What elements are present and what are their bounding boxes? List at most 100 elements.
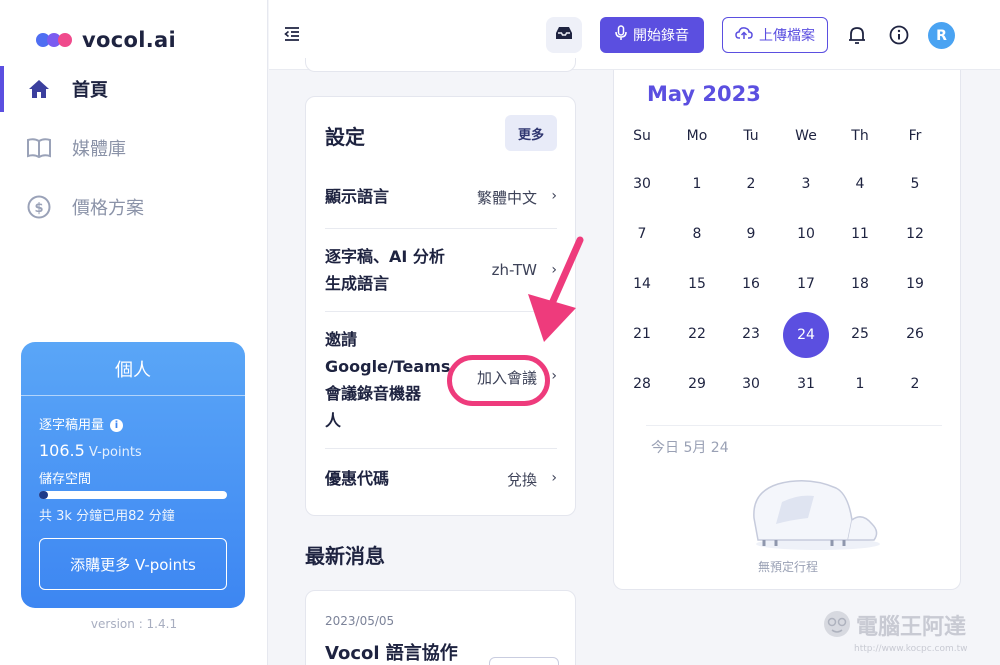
- chevron-right-icon: ›: [551, 470, 557, 486]
- calendar-weekday: Th: [851, 128, 869, 144]
- sidebar-item-library[interactable]: 媒體庫: [0, 125, 267, 171]
- calendar-day[interactable]: 29: [677, 376, 717, 392]
- calendar-card: May 2023 Su Mo Tu We Th Fr 30 1 2 3 4 5 7 8 9 10 11 12 14 1…: [613, 70, 961, 590]
- calendar-day[interactable]: 1: [677, 176, 717, 192]
- more-button[interactable]: 更多: [505, 115, 557, 151]
- calendar-day[interactable]: 14: [622, 276, 662, 292]
- inbox-button[interactable]: [546, 17, 582, 53]
- watermark-url: http://www.kocpc.com.tw: [854, 644, 968, 654]
- calendar-day[interactable]: 3: [786, 176, 826, 192]
- setting-label-line3: 會議錄音機器: [325, 384, 422, 403]
- home-icon: [26, 76, 52, 102]
- setting-display-language[interactable]: 顯示語言 繁體中文 ›: [325, 171, 557, 229]
- dollar-icon: $: [26, 194, 52, 220]
- collapse-sidebar-icon[interactable]: [283, 25, 301, 43]
- microphone-icon: [615, 25, 627, 45]
- calendar-day[interactable]: 15: [677, 276, 717, 292]
- sidebar-item-label: 首頁: [72, 80, 108, 101]
- calendar-day[interactable]: 10: [786, 226, 826, 242]
- settings-title: 設定: [325, 125, 365, 149]
- setting-label-line1: 邀請: [325, 330, 358, 349]
- calendar-day[interactable]: 25: [840, 326, 880, 342]
- no-events-label: 無預定行程: [757, 560, 818, 574]
- book-icon: [26, 135, 52, 161]
- calendar-day[interactable]: 7: [622, 226, 662, 242]
- calendar-day[interactable]: 12: [895, 226, 935, 242]
- pointer-arrow-icon: [510, 236, 590, 350]
- news-section-title: 最新消息: [305, 544, 385, 568]
- points-unit: V-points: [88, 445, 142, 460]
- logo-icon: [36, 30, 74, 50]
- highlight-circle: [447, 355, 550, 406]
- calendar-weekday: Su: [633, 128, 651, 144]
- storage-progress-bar: [39, 491, 227, 499]
- upload-file-label: 上傳檔案: [759, 28, 815, 44]
- calendar-day[interactable]: 11: [840, 226, 880, 242]
- inbox-icon: [555, 25, 573, 45]
- upload-file-button[interactable]: 上傳檔案: [722, 17, 828, 53]
- calendar-day[interactable]: 1: [840, 376, 880, 392]
- calendar-day[interactable]: 30: [622, 176, 662, 192]
- calendar-day[interactable]: 17: [786, 276, 826, 292]
- calendar-weekday: Fr: [908, 128, 922, 144]
- watermark-mascot-icon: [824, 611, 850, 637]
- calendar-day[interactable]: 19: [895, 276, 935, 292]
- calendar-day[interactable]: 2: [895, 376, 935, 392]
- points-value: 106.5: [39, 441, 85, 460]
- chevron-right-icon: ›: [551, 368, 557, 384]
- buy-more-points-button[interactable]: 添購更多 V-points: [39, 538, 227, 590]
- calendar-day[interactable]: 16: [731, 276, 771, 292]
- setting-label-line4: 人: [325, 411, 342, 430]
- calendar-day[interactable]: 8: [677, 226, 717, 242]
- news-date: 2023/05/05: [325, 614, 395, 628]
- start-recording-label: 開始錄音: [633, 28, 689, 44]
- storage-detail: 共 3k 分鐘已用82 分鐘: [39, 509, 175, 524]
- calendar-month: May 2023: [647, 82, 761, 106]
- setting-value: 繁體中文: [476, 189, 537, 207]
- calendar-day[interactable]: 5: [895, 176, 935, 192]
- setting-promo-code[interactable]: 優惠代碼 兌換 ›: [325, 449, 557, 505]
- info-icon[interactable]: i: [110, 419, 124, 432]
- calendar-day[interactable]: 26: [895, 326, 935, 342]
- today-label: 今日 5月 24: [651, 440, 729, 456]
- calendar-day[interactable]: 31: [786, 376, 826, 392]
- plan-card: 個人 逐字稿用量 i 106.5 V-points 儲存空間 共 3k 分鐘已用8…: [21, 342, 245, 608]
- calendar-day[interactable]: 21: [622, 326, 662, 342]
- bell-icon[interactable]: [847, 25, 867, 49]
- calendar-day[interactable]: 30: [731, 376, 771, 392]
- calendar-day[interactable]: 22: [677, 326, 717, 342]
- calendar-day-selected[interactable]: 24: [783, 312, 829, 358]
- start-recording-button[interactable]: 開始錄音: [600, 17, 704, 53]
- news-button[interactable]: [489, 657, 559, 665]
- storage-label: 儲存空間: [39, 472, 92, 487]
- divider: [646, 425, 942, 426]
- calendar-day[interactable]: 28: [622, 376, 662, 392]
- setting-value: 兌換: [506, 471, 537, 489]
- chevron-right-icon: ›: [551, 188, 557, 204]
- calendar-day[interactable]: 4: [840, 176, 880, 192]
- news-headline: Vocol 語言協作: [325, 643, 458, 664]
- usage-label-row: 逐字稿用量 i: [39, 414, 124, 433]
- calendar-weekday: Mo: [686, 128, 708, 144]
- calendar-day[interactable]: 23: [731, 326, 771, 342]
- calendar-day[interactable]: 2: [731, 176, 771, 192]
- calendar-weekday: We: [795, 128, 817, 144]
- avatar[interactable]: R: [928, 22, 955, 49]
- cloud-upload-icon: [735, 26, 753, 44]
- setting-label-line1: 逐字稿、AI 分析: [325, 247, 445, 266]
- usage-label: 逐字稿用量: [39, 418, 105, 433]
- calendar-day[interactable]: 18: [840, 276, 880, 292]
- setting-label: 優惠代碼: [325, 469, 390, 488]
- sidebar-item-pricing[interactable]: $ 價格方案: [0, 184, 267, 230]
- sidebar-item-home[interactable]: 首頁: [0, 66, 267, 112]
- calendar-weekday: Tu: [743, 128, 759, 144]
- setting-label-line2: 生成語言: [325, 274, 390, 293]
- calendar-day[interactable]: 9: [731, 226, 771, 242]
- storage-progress-fill: [39, 491, 49, 499]
- info-circle-icon[interactable]: [889, 25, 909, 49]
- setting-label-line2: Google/Teams: [325, 357, 451, 376]
- logo[interactable]: vocol.ai: [36, 28, 176, 52]
- news-card[interactable]: 2023/05/05 Vocol 語言協作: [305, 590, 576, 665]
- points-row: 106.5 V-points: [39, 441, 142, 460]
- sidebar-item-label: 價格方案: [72, 198, 144, 219]
